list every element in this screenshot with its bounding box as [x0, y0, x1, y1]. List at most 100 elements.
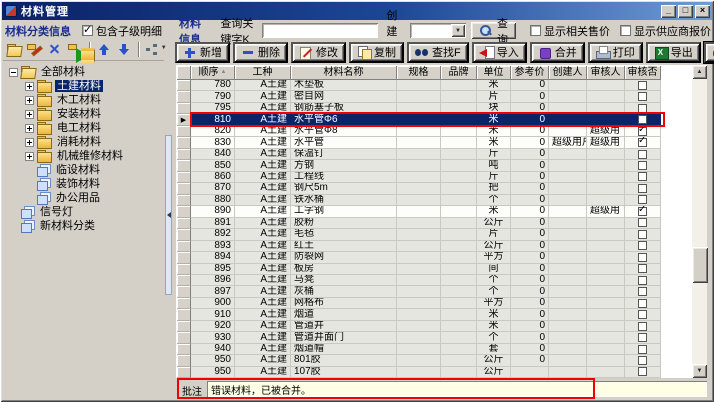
table-row[interactable]: 940A土建烟道帽套0 [177, 344, 663, 355]
audit-checkbox[interactable] [638, 345, 647, 354]
creator-combobox[interactable]: ▼ [410, 23, 466, 38]
audit-checkbox[interactable] [638, 172, 647, 181]
audit-checkbox[interactable] [638, 115, 647, 124]
scrollbar-thumb[interactable] [692, 247, 708, 283]
search-button[interactable]: 查询 [471, 22, 516, 39]
column-header-材料名称[interactable]: 材料名称 [291, 66, 397, 80]
audit-checkbox[interactable] [638, 81, 647, 90]
audit-checkbox[interactable] [638, 276, 647, 285]
table-row[interactable]: 820A土建水平管Φ8米0超级用 [177, 126, 663, 137]
打印-button[interactable]: 打印 [588, 42, 643, 63]
expand-plus-icon[interactable] [25, 82, 34, 91]
audit-checkbox[interactable] [638, 230, 647, 239]
include-sublevel-checkbox[interactable] [82, 25, 93, 36]
column-header-规格[interactable]: 规格 [397, 66, 441, 80]
tree-item-办公用品[interactable]: 办公用品 [7, 191, 164, 205]
tree-item-木工材料[interactable]: 木工材料 [7, 93, 164, 107]
audit-checkbox[interactable] [638, 299, 647, 308]
expand-plus-icon[interactable] [25, 138, 34, 147]
audit-checkbox[interactable] [638, 356, 647, 365]
collapse-minus-icon[interactable] [9, 68, 18, 77]
scroll-down-icon[interactable]: ▼ [692, 364, 707, 378]
tree-options-button[interactable] [145, 41, 161, 58]
audit-checkbox[interactable] [638, 322, 647, 331]
audit-checkbox[interactable] [638, 310, 647, 319]
audit-checkbox[interactable] [638, 264, 647, 273]
tree-item-临设材料[interactable]: 临设材料 [7, 163, 164, 177]
expand-plus-icon[interactable] [25, 96, 34, 105]
修改-button[interactable]: 修改 [291, 42, 346, 63]
row-selector-cell[interactable] [177, 126, 191, 137]
table-row[interactable]: 895A土建板房间0 [177, 264, 663, 275]
table-row[interactable]: ▶810A土建水平管Φ6米0 [177, 114, 663, 125]
导入-button[interactable]: 导入 [472, 42, 527, 63]
edit-category-button[interactable] [26, 41, 42, 58]
row-selector-cell[interactable] [177, 264, 191, 275]
audit-checkbox[interactable] [638, 161, 647, 170]
table-row[interactable]: 840A土建保温钉斤0 [177, 149, 663, 160]
row-selector-cell[interactable] [177, 286, 191, 297]
row-selector-cell[interactable] [177, 344, 191, 355]
row-selector-cell[interactable] [177, 160, 191, 171]
新增-button[interactable]: 新增 [175, 42, 230, 63]
audit-checkbox[interactable] [638, 92, 647, 101]
audit-checkbox[interactable] [638, 127, 647, 136]
keyword-input[interactable] [262, 23, 378, 38]
annotation-input[interactable] [207, 381, 707, 397]
row-selector-cell[interactable] [177, 195, 191, 206]
row-selector-cell[interactable] [177, 275, 191, 286]
scrollbar-track[interactable] [692, 79, 707, 364]
show-related-price-checkbox[interactable] [530, 25, 541, 36]
table-row[interactable]: 920A土建管道井米0 [177, 321, 663, 332]
column-header-工种[interactable]: 工种 [235, 66, 291, 80]
row-selector-cell[interactable] [177, 241, 191, 252]
row-selector-cell[interactable] [177, 321, 191, 332]
column-header-审核否[interactable]: 审核否 [625, 66, 661, 80]
审核-button[interactable]: 审核 [704, 42, 714, 63]
table-row[interactable]: 930A土建管道井面门个0 [177, 332, 663, 343]
show-supplier-quote-checkbox[interactable] [620, 25, 631, 36]
audit-checkbox[interactable] [638, 218, 647, 227]
tree-item-新材料分类[interactable]: 新材料分类 [7, 219, 164, 233]
audit-checkbox[interactable] [638, 195, 647, 204]
row-selector-cell[interactable] [177, 172, 191, 183]
audit-checkbox[interactable] [638, 104, 647, 113]
audit-checkbox[interactable] [638, 138, 647, 147]
column-header-参考价[interactable]: 参考价 [511, 66, 549, 80]
include-sublevel-checkbox-group[interactable]: 包含子级明细 [82, 23, 162, 39]
move-down-button[interactable] [116, 41, 132, 58]
column-header-顺序[interactable]: 顺序▲ [191, 66, 235, 80]
row-selector-cell[interactable] [177, 91, 191, 102]
audit-checkbox[interactable] [638, 150, 647, 159]
table-row[interactable]: 870A土建钢尺5m把0 [177, 183, 663, 194]
minimize-button[interactable]: _ [661, 5, 676, 18]
column-header-品牌[interactable]: 品牌 [441, 66, 477, 80]
new-category-button[interactable] [6, 41, 22, 58]
table-row[interactable]: 830A土建水平管米0超级用户超级用 [177, 137, 663, 148]
row-selector-cell[interactable] [177, 298, 191, 309]
row-selector-cell[interactable] [177, 367, 191, 378]
tree-item-装饰材料[interactable]: 装饰材料 [7, 177, 164, 191]
查找F-button[interactable]: 查找F [407, 42, 469, 63]
delete-category-button[interactable] [47, 41, 63, 58]
table-row[interactable]: 880A土建铁水桶个0 [177, 195, 663, 206]
row-selector-cell[interactable]: ▶ [177, 114, 191, 125]
vertical-scrollbar[interactable]: ▲ ▼ [691, 65, 707, 378]
tree-item-安装材料[interactable]: 安装材料 [7, 107, 164, 121]
show-related-price-group[interactable]: 显示相关售价 [530, 23, 610, 39]
row-selector-cell[interactable] [177, 229, 191, 240]
tree-item-信号灯[interactable]: 信号灯 [7, 205, 164, 219]
expand-plus-icon[interactable] [25, 124, 34, 133]
row-selector-cell[interactable] [177, 206, 191, 217]
row-selector-cell[interactable] [177, 137, 191, 148]
table-row[interactable]: 894A土建防裂网平方0 [177, 252, 663, 263]
maximize-button[interactable]: □ [678, 5, 693, 18]
row-selector-cell[interactable] [177, 80, 191, 91]
table-row[interactable]: 893A土建红土公斤0 [177, 241, 663, 252]
row-selector-cell[interactable] [177, 103, 191, 114]
splitter-collapse-handle[interactable] [165, 135, 172, 295]
table-row[interactable]: 860A土建工程线斤0 [177, 172, 663, 183]
table-row[interactable]: 890A土建工字钢米0超级用 [177, 206, 663, 217]
删除-button[interactable]: 删除 [233, 42, 288, 63]
audit-checkbox[interactable] [638, 241, 647, 250]
